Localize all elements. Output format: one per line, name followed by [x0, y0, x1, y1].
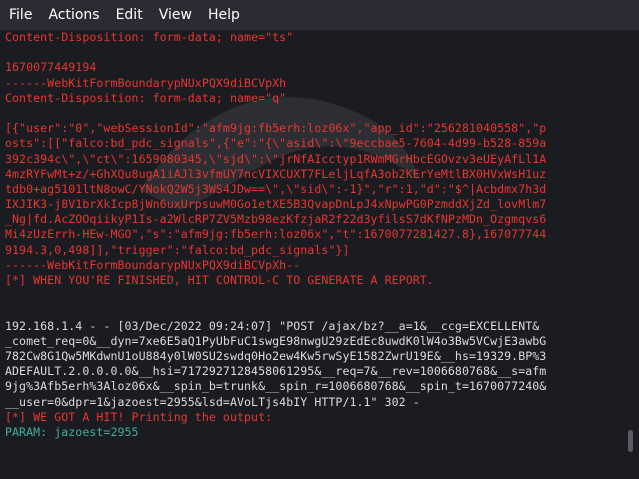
request-line: __user=0&dpr=1&jazoest=2955&lsd=AVoLTjs4…: [5, 394, 420, 409]
menu-help[interactable]: Help: [200, 0, 248, 30]
terminal-line: Mi4zUzErrh-HEw-MGO","s":"afm9jg:fb5erh:l…: [5, 227, 547, 242]
request-line: 9jg%3Afb5erh%3Aloz06x&__spin_b=trunk&__s…: [5, 379, 547, 394]
terminal-scrollbar[interactable]: [628, 430, 633, 452]
terminal-line: [*] WHEN YOU'RE FINISHED, HIT CONTROL-C …: [5, 273, 434, 287]
terminal-line: ------WebKitFormBoundarypNUxPQX9diBCVpXh: [5, 75, 287, 90]
terminal-line: [{"user":"0","webSessionId":"afm9jg:fb5e…: [5, 121, 547, 136]
terminal-line: 9194.3,0,498]],"trigger":"falco:bd_pdc_s…: [5, 242, 350, 257]
terminal-line: Content-Disposition: form-data; name="ts…: [5, 30, 294, 44]
terminal-line: 392c394c\",\"ct\":1659080345,\"sjd\":\"j…: [5, 151, 547, 166]
menu-view[interactable]: View: [151, 0, 200, 30]
terminal-line: ------WebKitFormBoundarypNUxPQX9diBCVpXh…: [5, 257, 301, 272]
param-line: PARAM: jazoest=2955: [5, 424, 139, 439]
request-line: 782Cw8G1Qw5MKdwnU1oU884y0lW0SU2swdq0Ho2e…: [5, 348, 547, 363]
menu-file[interactable]: File: [0, 0, 40, 30]
request-line: 192.168.1.4 - - [03/Dec/2022 09:24:07] "…: [5, 318, 540, 333]
terminal-line: osts":[["falco:bd_pdc_signals",{"e":"{\"…: [5, 136, 547, 151]
request-line: _comet_req=0&__dyn=7xe6E5aQ1PyUbFuC1swgE…: [5, 333, 547, 348]
terminal-line: Content-Disposition: form-data; name="q": [5, 90, 287, 105]
terminal-line: IXJIK3-j8V1brXkIcp8jWn6uxUrpsuwM0Go1etXE…: [5, 197, 547, 212]
terminal-line: 1670077449194: [5, 60, 97, 75]
hit-line: [*] WE GOT A HIT! Printing the output:: [5, 409, 273, 424]
menu-bar: File Actions Edit View Help: [0, 0, 639, 30]
terminal-line: 4mzRYFwMt+z/+GhXQu8ugA1iAJl3vfmUY7ncVIXC…: [5, 166, 547, 181]
terminal-line: _Ng|fd.AcZOOqiikyP1Is-a2WlcRP7ZV5Mzb98ez…: [5, 212, 547, 227]
terminal-output[interactable]: Content-Disposition: form-data; name="ts…: [0, 30, 624, 479]
terminal-line: tdb0+ag5101ltN8owC/YNokQ2W5j3WS4JDw==\",…: [5, 181, 547, 196]
menu-actions[interactable]: Actions: [40, 0, 107, 30]
menu-edit[interactable]: Edit: [108, 0, 151, 30]
request-line: ADEFAULT.2.0.0.0.0&__hsi=717292712845806…: [5, 364, 547, 379]
